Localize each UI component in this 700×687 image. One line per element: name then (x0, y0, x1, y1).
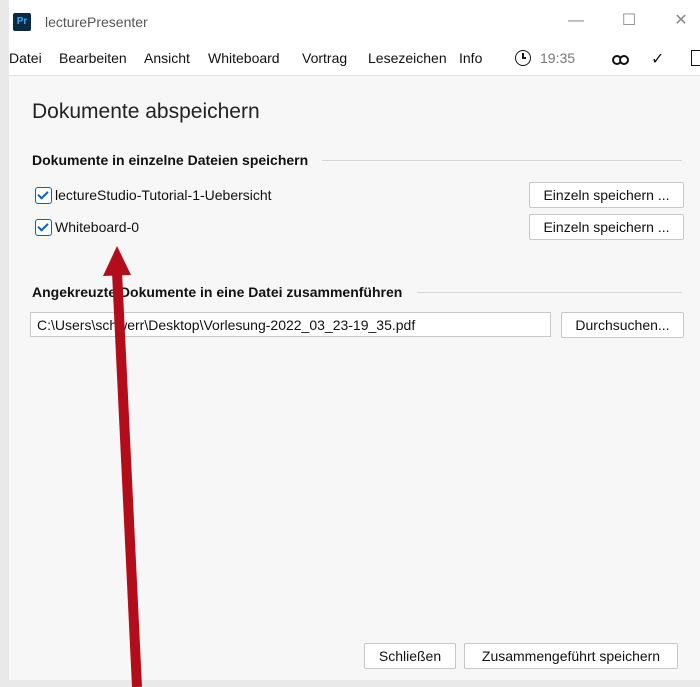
menu-divider (9, 75, 700, 76)
section-merge-divider (417, 292, 682, 293)
menu-bar: Datei Bearbeiten Ansicht Whiteboard Vort… (9, 42, 700, 75)
browse-button[interactable]: Durchsuchen... (561, 312, 684, 338)
desktop-edge-bottom (0, 680, 700, 687)
title-bar: Pr lecturePresenter — ☐ ✕ (9, 0, 700, 42)
menu-datei[interactable]: Datei (9, 50, 42, 66)
window-title: lecturePresenter (45, 14, 148, 30)
document-checkbox-2[interactable] (35, 219, 52, 236)
clock-time: 19:35 (540, 50, 576, 66)
section-single-divider (322, 160, 682, 161)
screenshot-frame: Pr lecturePresenter — ☐ ✕ Datei Bearbeit… (0, 0, 700, 687)
recording-icon[interactable] (612, 54, 629, 65)
save-single-button-2[interactable]: Einzeln speichern ... (529, 214, 684, 240)
menu-lesezeichen[interactable]: Lesezeichen (368, 50, 447, 66)
check-circle-icon[interactable]: ✓ (651, 49, 664, 69)
dialog-title: Dokumente abspeichern (32, 100, 260, 123)
section-single-title: Dokumente in einzelne Dateien speichern (32, 152, 309, 168)
menu-bearbeiten[interactable]: Bearbeiten (59, 50, 127, 66)
menu-ansicht[interactable]: Ansicht (144, 50, 190, 66)
merge-path-input[interactable]: C:\Users\schwerr\Desktop\Vorlesung-2022_… (30, 312, 551, 337)
maximize-icon[interactable]: ☐ (617, 10, 641, 32)
menu-whiteboard[interactable]: Whiteboard (208, 50, 280, 66)
close-button[interactable]: Schließen (364, 643, 456, 669)
clock-icon (515, 50, 531, 66)
save-merged-button[interactable]: Zusammengeführt speichern (464, 643, 678, 669)
save-single-button-1[interactable]: Einzeln speichern ... (529, 182, 684, 208)
close-icon[interactable]: ✕ (669, 10, 693, 32)
document-checkbox-1[interactable] (35, 187, 52, 204)
menu-info[interactable]: Info (459, 50, 482, 66)
app-window: Pr lecturePresenter — ☐ ✕ Datei Bearbeit… (9, 0, 700, 680)
minimize-icon[interactable]: — (564, 10, 588, 32)
section-merge-title: Angekreuzte Dokumente in eine Datei zusa… (32, 284, 403, 300)
app-logo-icon: Pr (13, 13, 31, 31)
speech-bubble-icon[interactable] (691, 50, 700, 66)
menu-vortrag[interactable]: Vortrag (302, 50, 347, 66)
document-name-1: lectureStudio-Tutorial-1-Uebersicht (55, 187, 272, 203)
document-name-2: Whiteboard-0 (55, 219, 140, 235)
desktop-edge-left (0, 0, 9, 687)
